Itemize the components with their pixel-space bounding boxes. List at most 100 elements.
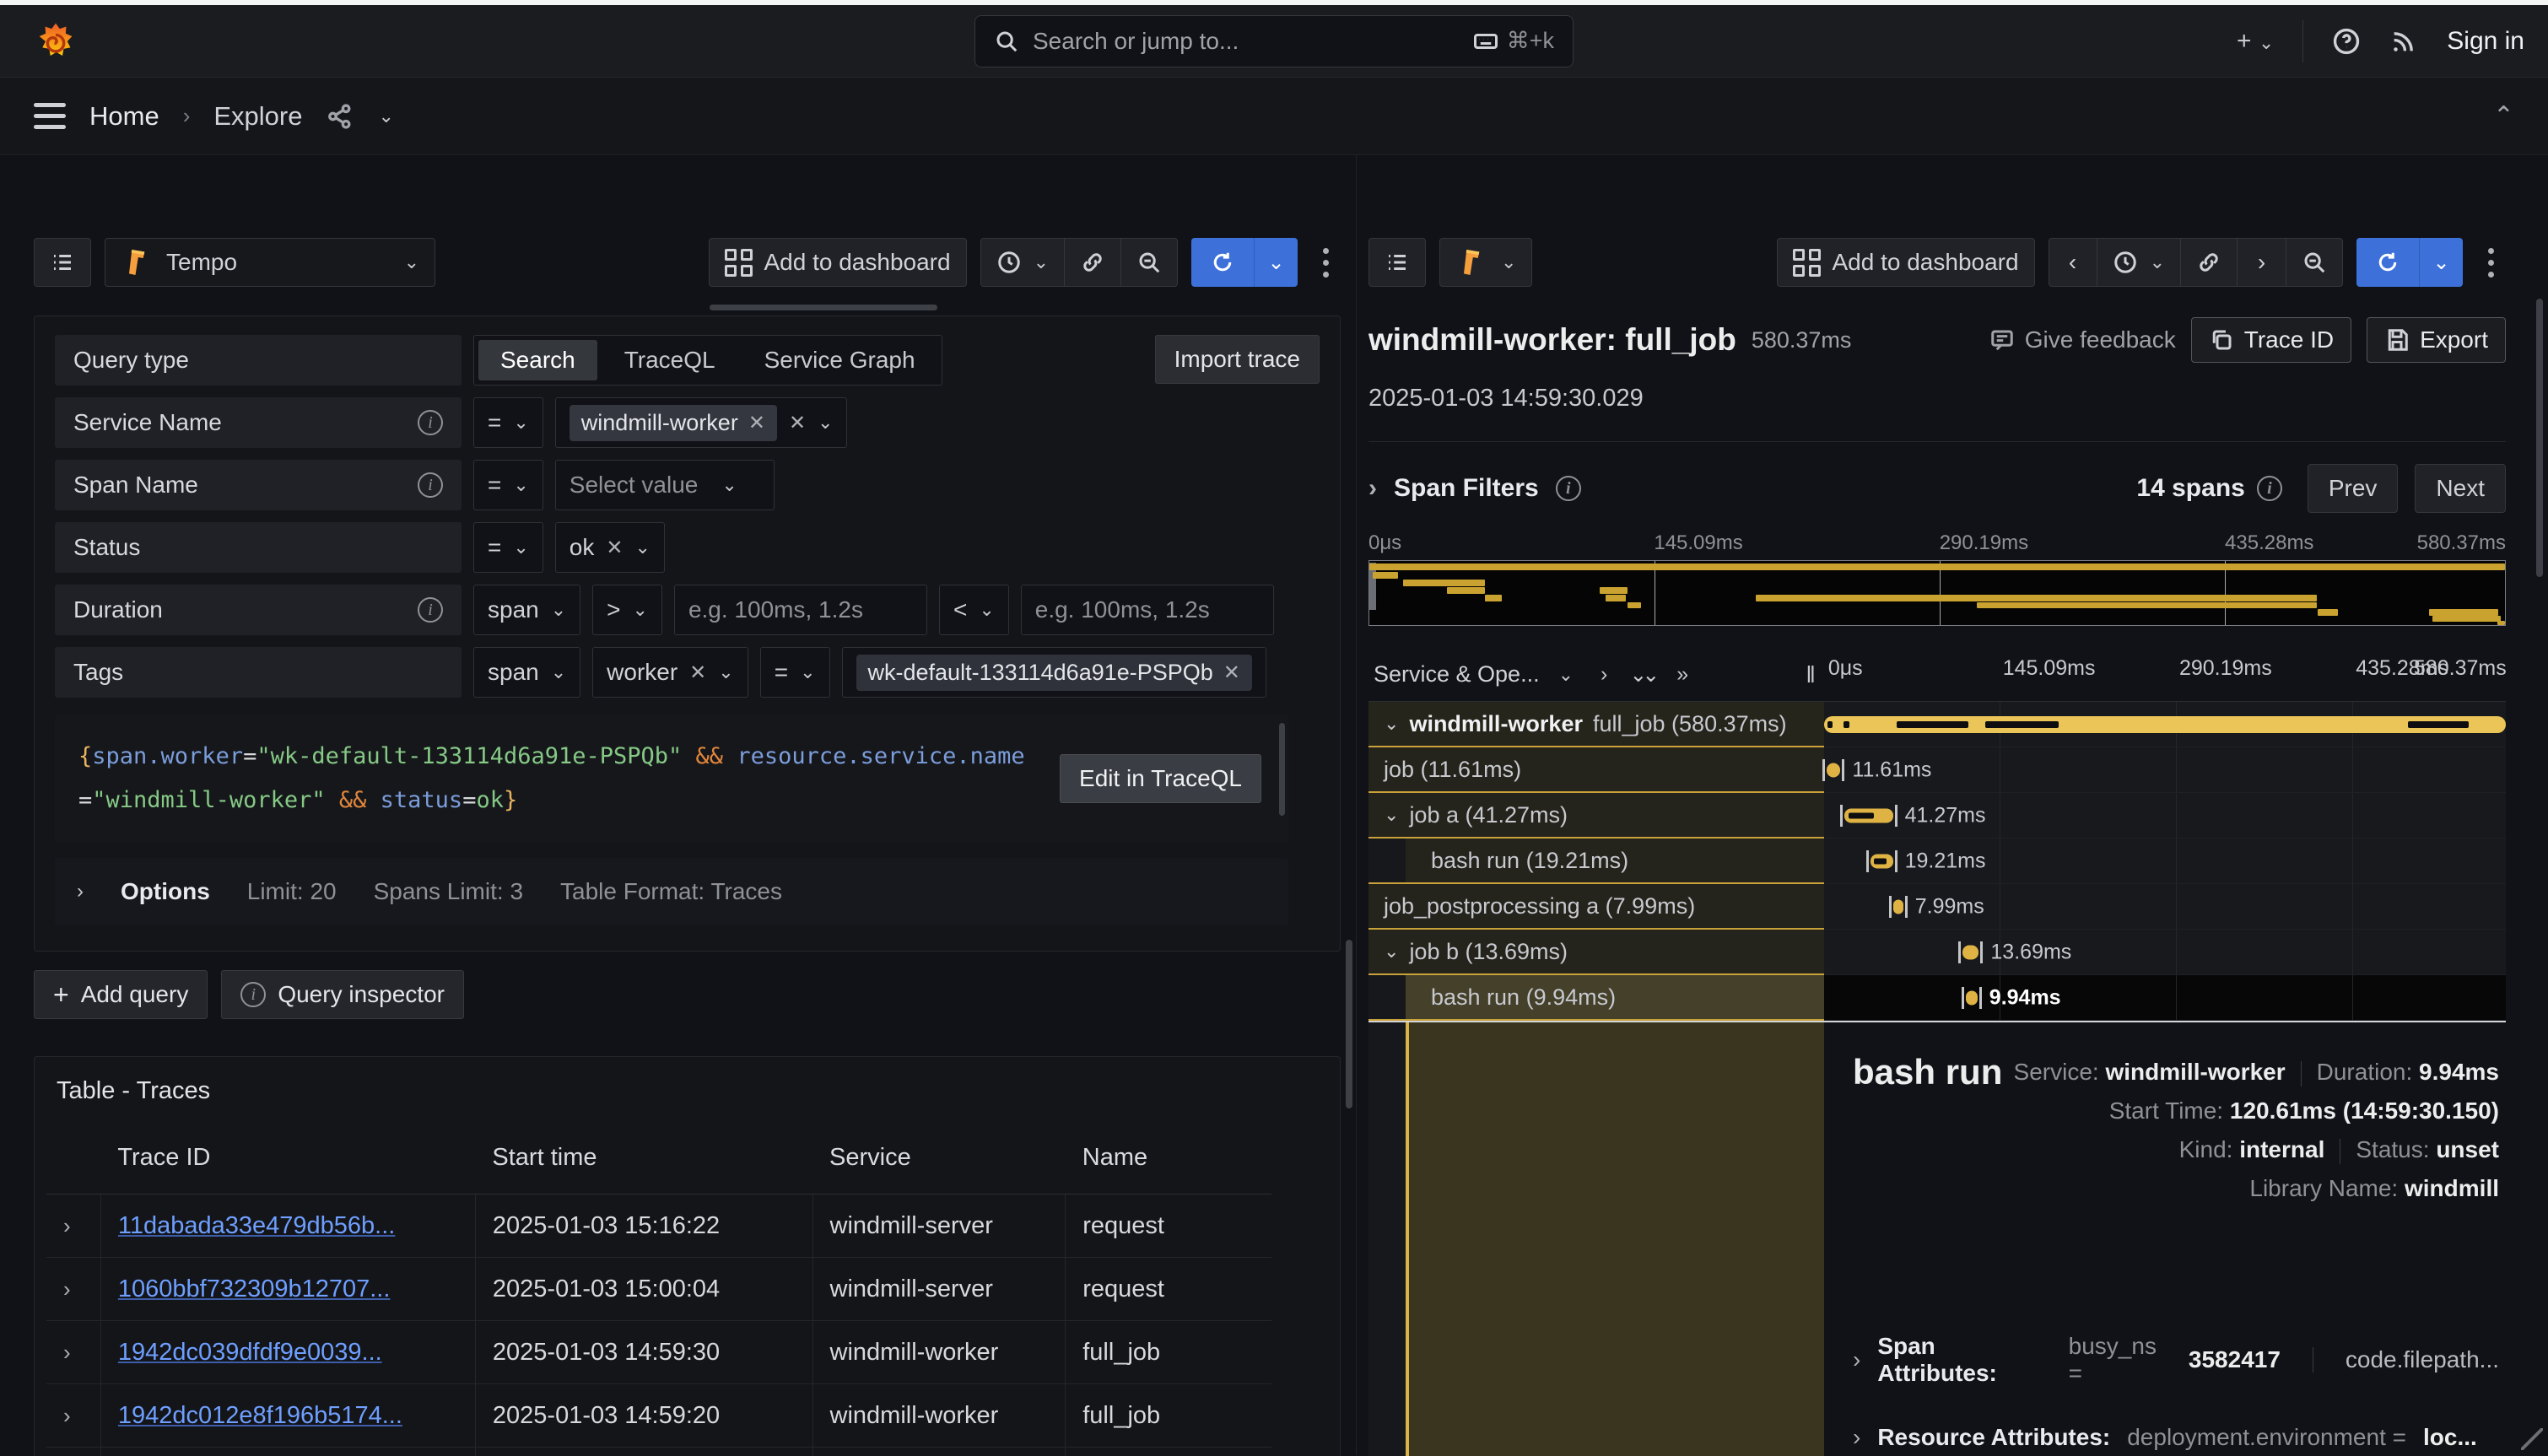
breadcrumb-home[interactable]: Home [89, 101, 159, 132]
span-duration-bar[interactable] [1966, 990, 1978, 1005]
chevron-right-icon[interactable]: › [63, 1340, 71, 1365]
span-duration-bar[interactable] [1844, 808, 1892, 822]
service-operation-column-header[interactable]: Service & Ope... [1374, 661, 1540, 688]
table-row[interactable]: ›11dabada33e479db56b...2025-01-03 15:16:… [46, 1194, 1271, 1258]
column-resize-handle[interactable]: ‖ [1806, 661, 1824, 688]
table-row[interactable]: ›1942dc012e8f196b5174...2025-01-03 14:59… [46, 1384, 1271, 1448]
news-rss-icon[interactable] [2389, 27, 2418, 56]
span-name-value-select[interactable]: Select value⌄ [555, 460, 775, 510]
trace-id-link[interactable]: 1942dc039dfdf9e0039... [118, 1339, 382, 1366]
row-expand-cell[interactable]: › [46, 1321, 100, 1384]
resize-corner-handle[interactable] [2521, 1428, 2543, 1450]
col-trace-id[interactable]: Trace ID [100, 1122, 475, 1194]
span-name-cell[interactable]: job (11.61ms) [1368, 747, 1824, 793]
chevron-right-icon[interactable]: › [63, 1403, 71, 1428]
duration-gt-operator[interactable]: >⌄ [592, 585, 662, 635]
status-value-select[interactable]: ok✕⌄ [555, 522, 665, 573]
span-name-operator-select[interactable]: =⌄ [473, 460, 543, 510]
duration-lt-operator[interactable]: <⌄ [939, 585, 1009, 635]
right-pane-scrollbar[interactable] [2536, 299, 2543, 577]
span-duration-bar[interactable] [1871, 854, 1893, 868]
span-row[interactable]: ⌄windmill-workerfull_job (580.37ms) [1368, 702, 2506, 747]
time-picker-button[interactable]: ⌄ [980, 238, 1065, 287]
tab-service-graph[interactable]: Service Graph [742, 340, 937, 380]
query-history-button[interactable] [1368, 238, 1426, 287]
collapse-all-icon[interactable]: » [1676, 662, 1688, 688]
span-filters-toggle[interactable]: › Span Filters i [1368, 474, 1581, 503]
col-name[interactable]: Name [1066, 1122, 1271, 1194]
col-start-time[interactable]: Start time [475, 1122, 812, 1194]
span-name-cell[interactable]: bash run (19.21ms) [1368, 839, 1824, 884]
left-pane-scrollbar[interactable] [1346, 940, 1352, 1108]
trace-id-link[interactable]: 1060bbf732309b12707... [118, 1275, 391, 1302]
options-row[interactable]: › Options Limit: 20 Spans Limit: 3 Table… [55, 858, 1288, 925]
panel-kebab-menu[interactable] [2476, 248, 2506, 278]
remove-chip-icon[interactable]: ✕ [689, 661, 706, 685]
horizontal-scrollbar[interactable] [710, 305, 937, 310]
tab-traceql[interactable]: TraceQL [602, 340, 737, 380]
span-bar-cell[interactable]: 9.94ms [1824, 975, 2506, 1021]
clear-icon[interactable]: ✕ [789, 411, 806, 435]
span-duration-bar[interactable] [1824, 716, 2506, 733]
span-bar-cell[interactable]: 13.69ms [1824, 930, 2506, 975]
span-row[interactable]: job (11.61ms)11.61ms [1368, 747, 2506, 793]
span-row[interactable]: ⌄job b (13.69ms)13.69ms [1368, 930, 2506, 975]
span-row[interactable]: bash run (9.94ms)9.94ms [1368, 975, 2506, 1022]
breadcrumb-actions-chevron[interactable]: ⌄ [378, 105, 393, 127]
service-name-chip[interactable]: windmill-worker✕ [570, 405, 777, 441]
export-button[interactable]: Export [2367, 317, 2506, 363]
span-name-cell[interactable]: ⌄job a (41.27ms) [1368, 793, 1824, 839]
tab-search[interactable]: Search [478, 340, 597, 380]
duration-min-input[interactable]: e.g. 100ms, 1.2s [674, 585, 927, 635]
run-query-interval-chevron[interactable]: ⌄ [1254, 238, 1298, 287]
chevron-down-icon[interactable]: ⌄ [1384, 804, 1399, 826]
table-row[interactable]: ›1942dbfebca1d9914a31...2025-01-03 14:59… [46, 1448, 1271, 1456]
span-bar-cell[interactable]: 19.21ms [1824, 839, 2506, 884]
span-name-cell[interactable]: ⌄job b (13.69ms) [1368, 930, 1824, 975]
row-expand-cell[interactable]: › [46, 1194, 100, 1258]
resource-attributes-row[interactable]: ›Resource Attributes:deployment.environm… [1853, 1424, 2499, 1451]
zoom-out-button[interactable] [2286, 238, 2343, 287]
sign-in-link[interactable]: Sign in [2447, 27, 2524, 56]
span-row[interactable]: bash run (19.21ms)19.21ms [1368, 839, 2506, 884]
span-bar-cell[interactable]: 11.61ms [1824, 747, 2506, 793]
add-to-dashboard-button[interactable]: Add to dashboard [709, 238, 967, 287]
duration-max-input[interactable]: e.g. 100ms, 1.2s [1021, 585, 1274, 635]
query-history-button[interactable] [34, 238, 91, 287]
service-name-value-select[interactable]: windmill-worker✕ ✕⌄ [555, 397, 848, 448]
expand-all-icon[interactable]: ⌄⌄ [1629, 662, 1655, 688]
link-split-button[interactable] [2181, 238, 2238, 287]
trace-minimap[interactable] [1368, 560, 2506, 626]
chevron-down-icon[interactable]: ⌄ [1558, 664, 1574, 686]
tags-scope-select[interactable]: span⌄ [473, 647, 580, 698]
duration-scope-select[interactable]: span⌄ [473, 585, 580, 635]
remove-chip-icon[interactable]: ✕ [1223, 661, 1240, 685]
zoom-out-button[interactable] [1121, 238, 1178, 287]
query-inspector-button[interactable]: i Query inspector [221, 970, 464, 1019]
grafana-logo-icon[interactable] [34, 18, 78, 65]
add-query-button[interactable]: + Add query [34, 970, 208, 1019]
remove-chip-icon[interactable]: ✕ [748, 411, 765, 435]
run-query-button[interactable]: ⌄ [2356, 238, 2463, 287]
table-row[interactable]: ›1060bbf732309b12707...2025-01-03 15:00:… [46, 1258, 1271, 1321]
status-operator-select[interactable]: =⌄ [473, 522, 543, 573]
chevron-right-icon[interactable]: › [63, 1213, 71, 1238]
remove-chip-icon[interactable]: ✕ [606, 536, 623, 560]
help-icon[interactable] [2332, 27, 2361, 56]
col-service[interactable]: Service [812, 1122, 1066, 1194]
trace-id-link[interactable]: 11dabada33e479db56b... [118, 1212, 395, 1239]
run-query-interval-chevron[interactable]: ⌄ [2419, 238, 2463, 287]
row-expand-cell[interactable]: › [46, 1448, 100, 1456]
new-item-button[interactable]: + ⌄ [2237, 27, 2274, 56]
tags-value-chip[interactable]: wk-default-133114d6a91e-PSPQb✕ [856, 655, 1252, 691]
span-attributes-row[interactable]: ›Span Attributes:busy_ns =3582417code.fi… [1853, 1333, 2499, 1387]
give-feedback-link[interactable]: Give feedback [1989, 326, 2176, 353]
search-input[interactable]: Search or jump to... ⌘+k [974, 15, 1574, 67]
span-bar-cell[interactable]: 41.27ms [1824, 793, 2506, 839]
span-row[interactable]: job_postprocessing a (7.99ms)7.99ms [1368, 884, 2506, 930]
datasource-picker-compact[interactable]: ⌄ [1439, 238, 1532, 287]
share-icon[interactable] [326, 102, 354, 131]
row-expand-cell[interactable]: › [46, 1258, 100, 1321]
import-trace-button[interactable]: Import trace [1155, 335, 1320, 384]
collapse-one-icon[interactable]: › [1601, 662, 1607, 688]
